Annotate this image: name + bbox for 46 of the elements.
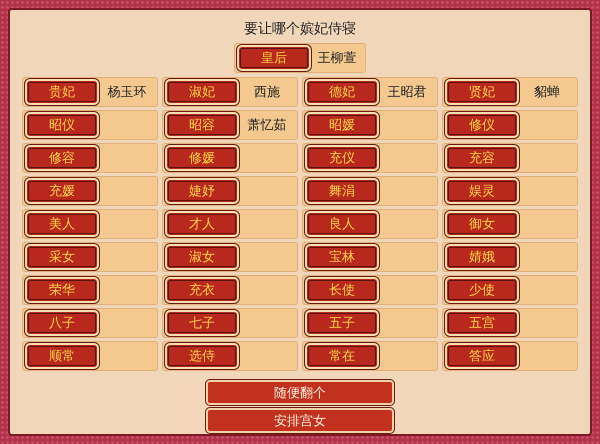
rank-button[interactable]: 宝林 xyxy=(305,244,379,270)
rank-button[interactable]: 昭仪 xyxy=(25,112,99,138)
dialog-title: 要让哪个嫔妃侍寝 xyxy=(244,20,356,39)
consort-name: 王昭君 xyxy=(386,84,428,101)
rank-button[interactable]: 充仪 xyxy=(305,145,379,171)
rank-button[interactable]: 娱灵 xyxy=(445,178,519,204)
consort-name: 西施 xyxy=(253,84,281,101)
rank-button[interactable]: 选侍 xyxy=(165,343,239,369)
rank-button[interactable]: 修容 xyxy=(25,145,99,171)
rank-button[interactable]: 昭媛 xyxy=(305,112,379,138)
rank-button[interactable]: 舞涓 xyxy=(305,178,379,204)
rank-button[interactable]: 答应 xyxy=(445,343,519,369)
action-button[interactable]: 随便翻个 xyxy=(206,380,394,405)
rank-button[interactable]: 淑妃 xyxy=(165,79,239,105)
rank-button[interactable]: 昭容 xyxy=(165,112,239,138)
rank-button[interactable]: 御女 xyxy=(445,211,519,237)
rank-button[interactable]: 五宫 xyxy=(445,310,519,336)
action-button[interactable]: 安排宫女 xyxy=(206,408,394,433)
rank-button[interactable]: 才人 xyxy=(165,211,239,237)
rank-button[interactable]: 婧娥 xyxy=(445,244,519,270)
rank-button[interactable]: 充容 xyxy=(445,145,519,171)
rank-button[interactable]: 采女 xyxy=(25,244,99,270)
rank-button[interactable]: 顺常 xyxy=(25,343,99,369)
consort-name: 杨玉环 xyxy=(106,84,148,101)
rank-button[interactable]: 八子 xyxy=(25,310,99,336)
consort-name: 貂蝉 xyxy=(533,84,561,101)
rank-button[interactable]: 长使 xyxy=(305,277,379,303)
rank-button[interactable]: 充衣 xyxy=(165,277,239,303)
rank-button[interactable]: 充媛 xyxy=(25,178,99,204)
rank-button[interactable]: 修仪 xyxy=(445,112,519,138)
rank-button[interactable]: 德妃 xyxy=(305,79,379,105)
rank-button[interactable]: 少使 xyxy=(445,277,519,303)
rank-button[interactable]: 美人 xyxy=(25,211,99,237)
rank-button[interactable]: 常在 xyxy=(305,343,379,369)
rank-button[interactable]: 婕妤 xyxy=(165,178,239,204)
rank-button[interactable]: 贵妃 xyxy=(25,79,99,105)
rank-button[interactable]: 五子 xyxy=(305,310,379,336)
rank-button[interactable]: 贤妃 xyxy=(445,79,519,105)
rank-button[interactable]: 荣华 xyxy=(25,277,99,303)
consort-name: 王柳萱 xyxy=(316,50,358,67)
consort-name: 萧忆茹 xyxy=(246,117,288,134)
rank-button[interactable]: 七子 xyxy=(165,310,239,336)
rank-button[interactable]: 良人 xyxy=(305,211,379,237)
rank-button[interactable]: 修媛 xyxy=(165,145,239,171)
rank-button[interactable]: 淑女 xyxy=(165,244,239,270)
rank-button[interactable]: 皇后 xyxy=(237,45,311,71)
